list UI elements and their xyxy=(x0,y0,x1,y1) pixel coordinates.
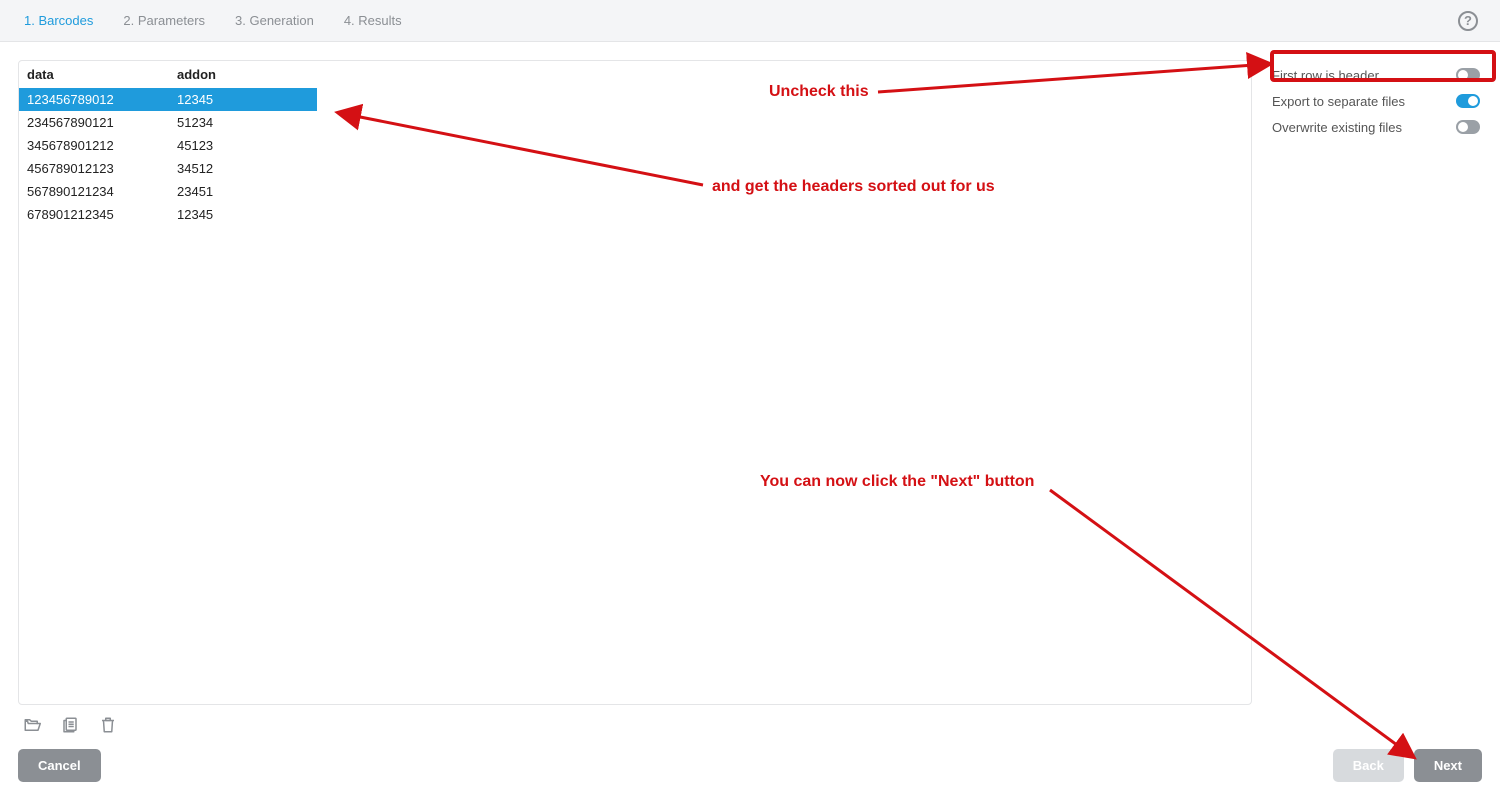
table-header-row: data addon xyxy=(19,61,317,88)
cell-addon: 51234 xyxy=(169,111,317,134)
option-label: First row is header xyxy=(1272,68,1379,83)
wizard-tab-2[interactable]: 2. Parameters xyxy=(123,13,205,28)
wizard-header: 1. Barcodes 2. Parameters 3. Generation 4. … xyxy=(0,0,1500,42)
toggle-overwrite[interactable] xyxy=(1456,120,1480,134)
data-table: data addon 12345678901212345234567890121… xyxy=(19,61,317,226)
cell-data: 678901212345 xyxy=(19,203,169,226)
toggle-export_separate[interactable] xyxy=(1456,94,1480,108)
main-column: data addon 12345678901212345234567890121… xyxy=(18,60,1252,735)
cell-addon: 23451 xyxy=(169,180,317,203)
table-row[interactable]: 23456789012151234 xyxy=(19,111,317,134)
wizard-tab-3[interactable]: 3. Generation xyxy=(235,13,314,28)
copy-icon[interactable] xyxy=(60,715,80,735)
help-icon[interactable]: ? xyxy=(1458,11,1478,31)
option-export_separate: Export to separate files xyxy=(1270,88,1482,114)
table-row[interactable]: 12345678901212345 xyxy=(19,88,317,111)
cell-addon: 12345 xyxy=(169,203,317,226)
wizard-tab-1[interactable]: 1. Barcodes xyxy=(24,13,93,28)
cell-addon: 45123 xyxy=(169,134,317,157)
option-overwrite: Overwrite existing files xyxy=(1270,114,1482,140)
next-button[interactable]: Next xyxy=(1414,749,1482,782)
data-table-wrap: data addon 12345678901212345234567890121… xyxy=(18,60,1252,705)
wizard-footer: Cancel Back Next xyxy=(0,735,1500,795)
option-label: Export to separate files xyxy=(1272,94,1405,109)
cell-addon: 34512 xyxy=(169,157,317,180)
table-row[interactable]: 67890121234512345 xyxy=(19,203,317,226)
content-area: data addon 12345678901212345234567890121… xyxy=(0,42,1500,735)
cell-data: 567890121234 xyxy=(19,180,169,203)
back-button[interactable]: Back xyxy=(1333,749,1404,782)
cell-data: 456789012123 xyxy=(19,157,169,180)
table-row[interactable]: 56789012123423451 xyxy=(19,180,317,203)
options-panel: First row is header Export to separate fi… xyxy=(1270,60,1482,735)
table-row[interactable]: 45678901212334512 xyxy=(19,157,317,180)
col-header-data: data xyxy=(19,61,169,88)
cell-data: 123456789012 xyxy=(19,88,169,111)
cancel-button[interactable]: Cancel xyxy=(18,749,101,782)
cell-data: 345678901212 xyxy=(19,134,169,157)
table-row[interactable]: 34567890121245123 xyxy=(19,134,317,157)
cell-data: 234567890121 xyxy=(19,111,169,134)
option-first_row_header: First row is header xyxy=(1270,62,1482,88)
cell-addon: 12345 xyxy=(169,88,317,111)
wizard-tab-4[interactable]: 4. Results xyxy=(344,13,402,28)
trash-icon[interactable] xyxy=(98,715,118,735)
open-folder-icon[interactable] xyxy=(22,715,42,735)
toggle-first_row_header[interactable] xyxy=(1456,68,1480,82)
option-label: Overwrite existing files xyxy=(1272,120,1402,135)
table-action-icons xyxy=(18,705,1252,735)
col-header-addon: addon xyxy=(169,61,317,88)
